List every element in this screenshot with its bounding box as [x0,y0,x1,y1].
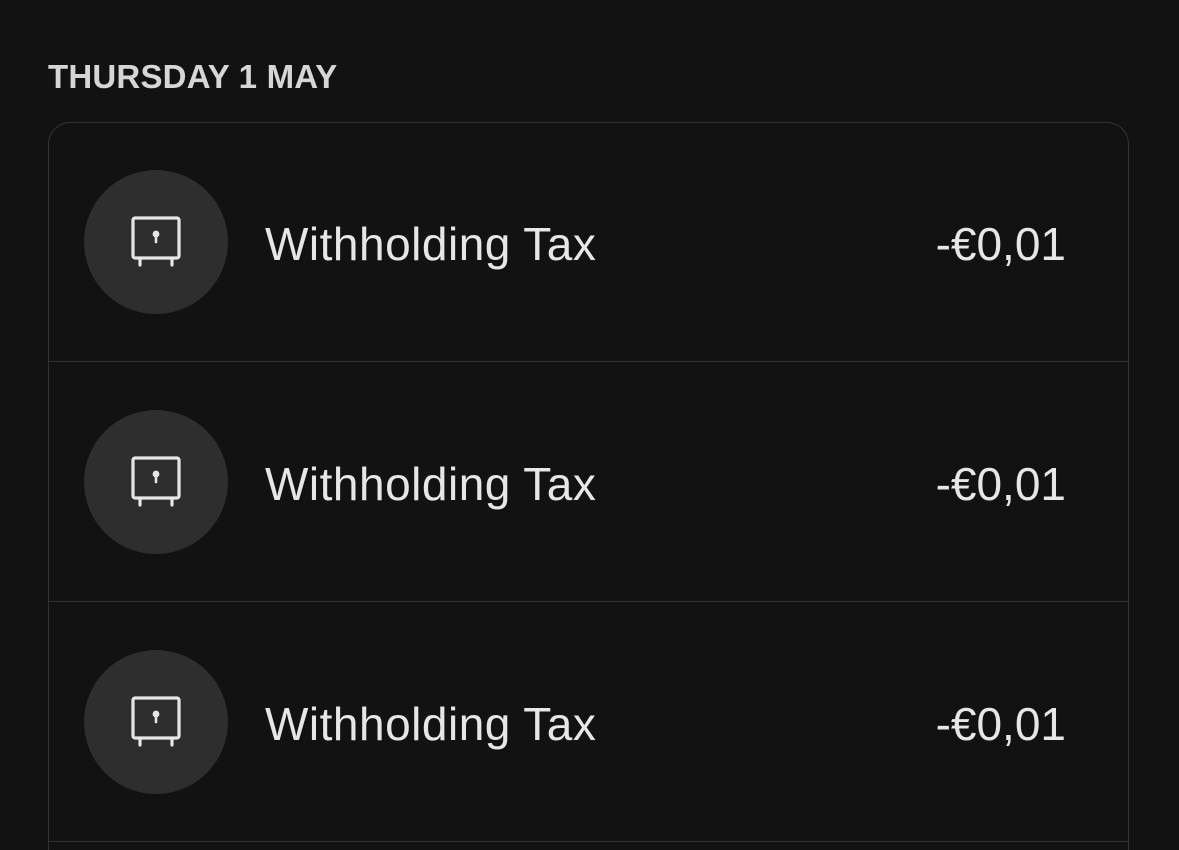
row-divider [49,601,1128,602]
safe-icon [131,216,181,267]
row-divider [49,841,1128,842]
transaction-row[interactable]: Withholding Tax -€0,01 [49,363,1128,603]
row-divider [49,361,1128,362]
transaction-icon-badge [84,410,228,554]
transaction-amount: -€0,01 [935,218,1066,270]
transactions-card: Withholding Tax -€0,01 Withholding Tax -… [48,122,1129,850]
transaction-icon-badge [84,170,228,314]
transactions-page: THURSDAY 1 MAY Withholding Tax -€0,01 Wi… [0,0,1179,850]
transaction-amount: -€0,01 [935,458,1066,510]
transaction-title: Withholding Tax [265,218,597,270]
transaction-title: Withholding Tax [265,698,597,750]
transaction-amount: -€0,01 [935,698,1066,750]
safe-icon [131,696,181,747]
transaction-row[interactable]: Withholding Tax -€0,01 [49,603,1128,843]
transaction-icon-badge [84,650,228,794]
safe-icon [131,456,181,507]
date-group-header: THURSDAY 1 MAY [48,58,338,95]
transaction-title: Withholding Tax [265,458,597,510]
transaction-row[interactable]: Withholding Tax -€0,01 [49,123,1128,363]
